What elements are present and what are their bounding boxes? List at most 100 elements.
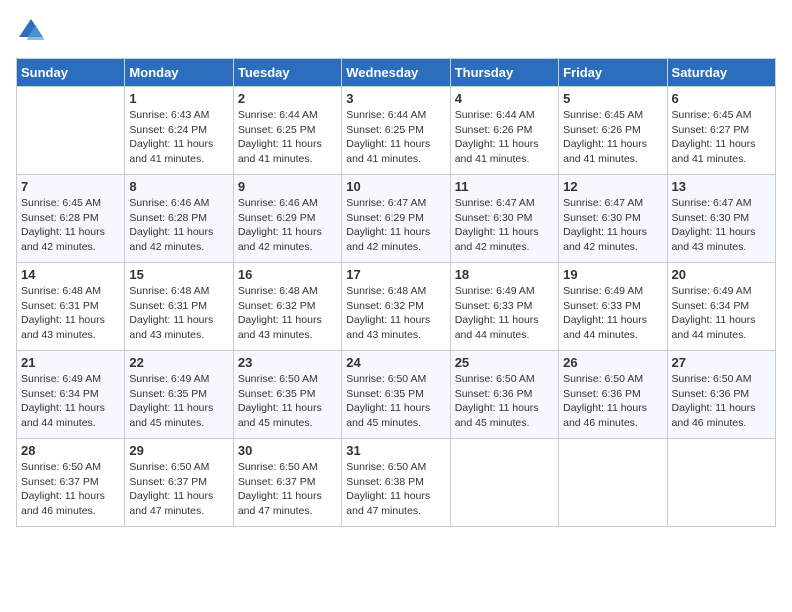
calendar-cell: 12 Sunrise: 6:47 AMSunset: 6:30 PMDayligh… <box>559 175 667 263</box>
day-number: 2 <box>238 91 337 106</box>
day-info: Sunrise: 6:47 AMSunset: 6:30 PMDaylight:… <box>455 196 554 255</box>
header-day: Thursday <box>450 59 558 87</box>
calendar-cell: 19 Sunrise: 6:49 AMSunset: 6:33 PMDayligh… <box>559 263 667 351</box>
day-info: Sunrise: 6:49 AMSunset: 6:34 PMDaylight:… <box>21 372 120 431</box>
day-info: Sunrise: 6:44 AMSunset: 6:25 PMDaylight:… <box>346 108 445 167</box>
day-number: 7 <box>21 179 120 194</box>
calendar-cell: 25 Sunrise: 6:50 AMSunset: 6:36 PMDayligh… <box>450 351 558 439</box>
calendar-cell <box>667 439 775 527</box>
calendar-cell: 2Sunrise: 6:44 AMSunset: 6:25 PMDaylight… <box>233 87 341 175</box>
day-number: 25 <box>455 355 554 370</box>
day-number: 26 <box>563 355 662 370</box>
calendar-cell: 17 Sunrise: 6:48 AMSunset: 6:32 PMDayligh… <box>342 263 450 351</box>
day-info: Sunrise: 6:50 AMSunset: 6:35 PMDaylight:… <box>346 372 445 431</box>
day-info: Sunrise: 6:45 AMSunset: 6:28 PMDaylight:… <box>21 196 120 255</box>
calendar-cell: 18 Sunrise: 6:49 AMSunset: 6:33 PMDayligh… <box>450 263 558 351</box>
day-info: Sunrise: 6:48 AMSunset: 6:31 PMDaylight:… <box>21 284 120 343</box>
calendar-cell: 7 Sunrise: 6:45 AMSunset: 6:28 PMDaylight… <box>17 175 125 263</box>
day-number: 3 <box>346 91 445 106</box>
logo <box>16 16 50 46</box>
day-info: Sunrise: 6:50 AMSunset: 6:38 PMDaylight:… <box>346 460 445 519</box>
calendar-cell: 31 Sunrise: 6:50 AMSunset: 6:38 PMDayligh… <box>342 439 450 527</box>
calendar-table: SundayMondayTuesdayWednesdayThursdayFrid… <box>16 58 776 527</box>
header-row: SundayMondayTuesdayWednesdayThursdayFrid… <box>17 59 776 87</box>
calendar-cell <box>17 87 125 175</box>
calendar-cell: 9 Sunrise: 6:46 AMSunset: 6:29 PMDaylight… <box>233 175 341 263</box>
day-number: 24 <box>346 355 445 370</box>
page-header <box>16 16 776 46</box>
calendar-row: 21 Sunrise: 6:49 AMSunset: 6:34 PMDayligh… <box>17 351 776 439</box>
calendar-row: 28 Sunrise: 6:50 AMSunset: 6:37 PMDayligh… <box>17 439 776 527</box>
calendar-cell: 1 Sunrise: 6:43 AMSunset: 6:24 PMDaylight… <box>125 87 233 175</box>
day-number: 18 <box>455 267 554 282</box>
calendar-cell: 10Sunrise: 6:47 AMSunset: 6:29 PMDayligh… <box>342 175 450 263</box>
day-info: Sunrise: 6:49 AMSunset: 6:34 PMDaylight:… <box>672 284 771 343</box>
day-number: 14 <box>21 267 120 282</box>
day-number: 23 <box>238 355 337 370</box>
calendar-cell: 15Sunrise: 6:48 AMSunset: 6:31 PMDayligh… <box>125 263 233 351</box>
day-info: Sunrise: 6:48 AMSunset: 6:32 PMDaylight:… <box>346 284 445 343</box>
day-info: Sunrise: 6:45 AMSunset: 6:26 PMDaylight:… <box>563 108 662 167</box>
calendar-cell: 23 Sunrise: 6:50 AMSunset: 6:35 PMDayligh… <box>233 351 341 439</box>
calendar-cell: 11 Sunrise: 6:47 AMSunset: 6:30 PMDayligh… <box>450 175 558 263</box>
day-number: 1 <box>129 91 228 106</box>
day-number: 13 <box>672 179 771 194</box>
calendar-row: 1 Sunrise: 6:43 AMSunset: 6:24 PMDaylight… <box>17 87 776 175</box>
day-info: Sunrise: 6:49 AMSunset: 6:33 PMDaylight:… <box>563 284 662 343</box>
calendar-cell: 20 Sunrise: 6:49 AMSunset: 6:34 PMDayligh… <box>667 263 775 351</box>
logo-icon <box>16 16 46 46</box>
day-info: Sunrise: 6:46 AMSunset: 6:28 PMDaylight:… <box>129 196 228 255</box>
day-info: Sunrise: 6:50 AMSunset: 6:36 PMDaylight:… <box>455 372 554 431</box>
day-number: 6 <box>672 91 771 106</box>
calendar-cell: 26 Sunrise: 6:50 AMSunset: 6:36 PMDayligh… <box>559 351 667 439</box>
day-info: Sunrise: 6:49 AMSunset: 6:35 PMDaylight:… <box>129 372 228 431</box>
calendar-cell: 8 Sunrise: 6:46 AMSunset: 6:28 PMDaylight… <box>125 175 233 263</box>
day-number: 15 <box>129 267 228 282</box>
day-number: 9 <box>238 179 337 194</box>
day-info: Sunrise: 6:48 AMSunset: 6:32 PMDaylight:… <box>238 284 337 343</box>
header-day: Saturday <box>667 59 775 87</box>
header-day: Wednesday <box>342 59 450 87</box>
calendar-cell: 3 Sunrise: 6:44 AMSunset: 6:25 PMDaylight… <box>342 87 450 175</box>
day-info: Sunrise: 6:45 AMSunset: 6:27 PMDaylight:… <box>672 108 771 167</box>
day-number: 12 <box>563 179 662 194</box>
calendar-row: 7 Sunrise: 6:45 AMSunset: 6:28 PMDaylight… <box>17 175 776 263</box>
header-day: Tuesday <box>233 59 341 87</box>
calendar-cell <box>559 439 667 527</box>
calendar-row: 14 Sunrise: 6:48 AMSunset: 6:31 PMDayligh… <box>17 263 776 351</box>
day-info: Sunrise: 6:50 AMSunset: 6:36 PMDaylight:… <box>563 372 662 431</box>
calendar-cell: 14 Sunrise: 6:48 AMSunset: 6:31 PMDayligh… <box>17 263 125 351</box>
day-info: Sunrise: 6:46 AMSunset: 6:29 PMDaylight:… <box>238 196 337 255</box>
day-info: Sunrise: 6:50 AMSunset: 6:37 PMDaylight:… <box>238 460 337 519</box>
day-number: 4 <box>455 91 554 106</box>
day-number: 27 <box>672 355 771 370</box>
calendar-cell: 30 Sunrise: 6:50 AMSunset: 6:37 PMDayligh… <box>233 439 341 527</box>
day-info: Sunrise: 6:50 AMSunset: 6:37 PMDaylight:… <box>129 460 228 519</box>
calendar-cell: 4 Sunrise: 6:44 AMSunset: 6:26 PMDaylight… <box>450 87 558 175</box>
calendar-cell: 16Sunrise: 6:48 AMSunset: 6:32 PMDayligh… <box>233 263 341 351</box>
day-number: 11 <box>455 179 554 194</box>
day-number: 17 <box>346 267 445 282</box>
day-info: Sunrise: 6:44 AMSunset: 6:26 PMDaylight:… <box>455 108 554 167</box>
day-number: 19 <box>563 267 662 282</box>
day-info: Sunrise: 6:47 AMSunset: 6:30 PMDaylight:… <box>672 196 771 255</box>
day-number: 5 <box>563 91 662 106</box>
calendar-cell: 28Sunrise: 6:50 AMSunset: 6:37 PMDayligh… <box>17 439 125 527</box>
header-day: Friday <box>559 59 667 87</box>
day-number: 29 <box>129 443 228 458</box>
header-day: Sunday <box>17 59 125 87</box>
day-number: 31 <box>346 443 445 458</box>
day-number: 28 <box>21 443 120 458</box>
day-number: 21 <box>21 355 120 370</box>
day-number: 10 <box>346 179 445 194</box>
day-number: 30 <box>238 443 337 458</box>
header-day: Monday <box>125 59 233 87</box>
calendar-cell: 27Sunrise: 6:50 AMSunset: 6:36 PMDayligh… <box>667 351 775 439</box>
day-number: 20 <box>672 267 771 282</box>
day-info: Sunrise: 6:49 AMSunset: 6:33 PMDaylight:… <box>455 284 554 343</box>
day-number: 8 <box>129 179 228 194</box>
day-info: Sunrise: 6:50 AMSunset: 6:35 PMDaylight:… <box>238 372 337 431</box>
calendar-cell: 13 Sunrise: 6:47 AMSunset: 6:30 PMDayligh… <box>667 175 775 263</box>
day-info: Sunrise: 6:43 AMSunset: 6:24 PMDaylight:… <box>129 108 228 167</box>
day-info: Sunrise: 6:47 AMSunset: 6:30 PMDaylight:… <box>563 196 662 255</box>
